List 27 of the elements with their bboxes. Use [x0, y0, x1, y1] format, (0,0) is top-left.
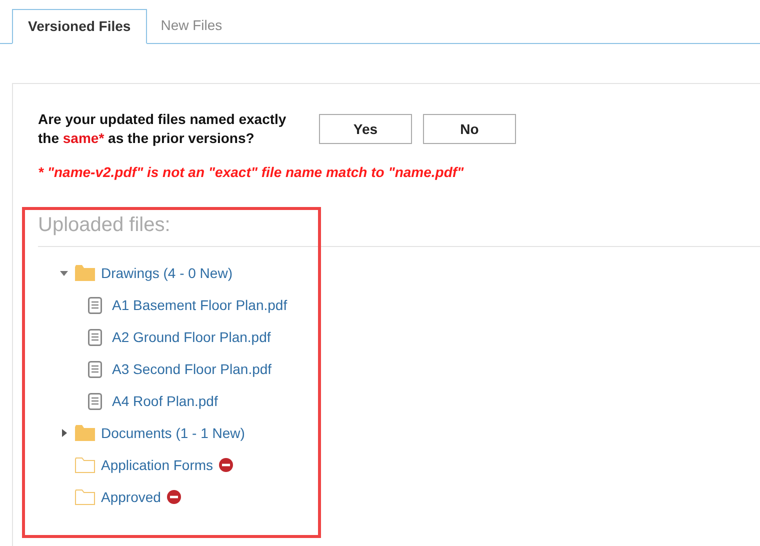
- document-icon: [88, 360, 102, 378]
- blocked-icon: [219, 458, 234, 472]
- tab[interactable]: New Files: [146, 8, 236, 43]
- answer-button[interactable]: Yes: [319, 114, 412, 144]
- section-heading: Uploaded files:: [38, 213, 172, 238]
- document-icon: [88, 328, 102, 346]
- document-icon: [88, 392, 102, 410]
- file-link[interactable]: A1 Basement Floor Plan.pdf: [112, 294, 288, 316]
- folder-icon: [75, 457, 95, 473]
- file-link[interactable]: A2 Ground Floor Plan.pdf: [112, 326, 271, 348]
- folder-link[interactable]: Drawings (4 - 0 New): [101, 262, 232, 284]
- warning-note: * "name-v2.pdf" is not an "exact" file name match to "name.pdf": [38, 163, 465, 182]
- folder-icon: [75, 425, 95, 441]
- question-text: Are your updated files named exactly the same* as the prior versions?: [38, 110, 288, 148]
- file-link[interactable]: A3 Second Floor Plan.pdf: [112, 358, 272, 380]
- document-icon: [88, 296, 102, 314]
- blocked-icon: [166, 490, 181, 504]
- folder-link[interactable]: Documents (1 - 1 New): [101, 422, 245, 444]
- file-link[interactable]: A4 Roof Plan.pdf: [112, 390, 218, 412]
- tab[interactable]: Versioned Files: [12, 9, 147, 44]
- folder-link[interactable]: Approved: [101, 486, 161, 508]
- folder-link[interactable]: Application Forms: [101, 454, 214, 476]
- caret-down-icon[interactable]: [59, 268, 69, 278]
- folder-icon: [75, 265, 95, 281]
- caret-right-icon[interactable]: [59, 428, 69, 438]
- folder-icon: [75, 489, 95, 505]
- answer-button[interactable]: No: [423, 114, 516, 144]
